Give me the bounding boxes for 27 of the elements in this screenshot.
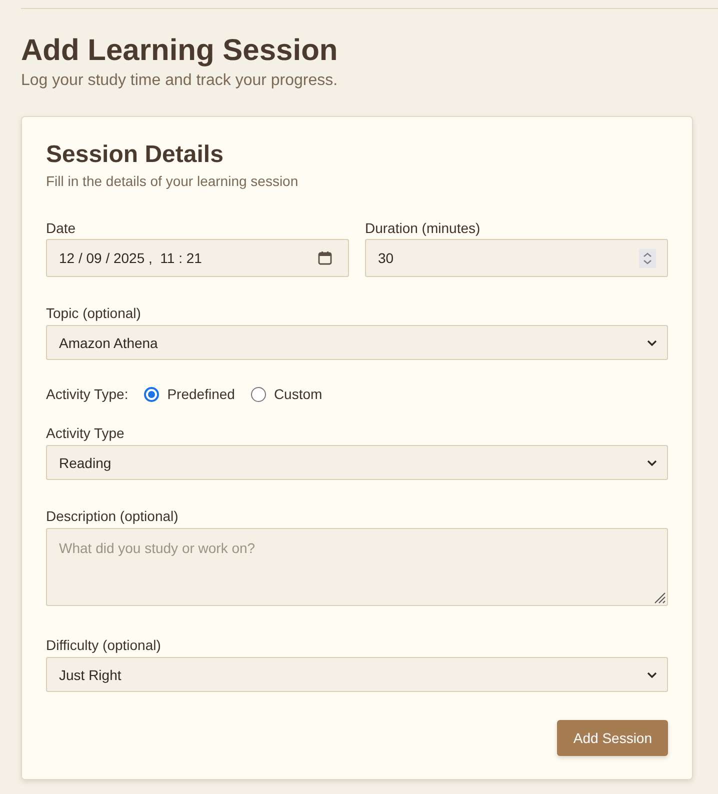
date-field[interactable]: 12 / 09 / 2025 , 11 : 21 — [46, 239, 349, 277]
radio-option-label[interactable]: Predefined — [167, 385, 235, 403]
field-label: Activity Type: — [46, 385, 128, 403]
dropdown[interactable]: Just Right — [46, 657, 668, 692]
dropdown[interactable]: Reading — [46, 445, 668, 480]
page-title: Add Learning Session — [21, 33, 339, 69]
add-session-button[interactable]: Add Session — [557, 720, 668, 756]
number-field[interactable]: 30 — [365, 239, 668, 277]
card-title: Session Details — [46, 140, 224, 169]
calendar-icon[interactable] — [318, 251, 332, 265]
field-label: Duration (minutes) — [365, 220, 482, 237]
stepper-icon[interactable] — [639, 248, 656, 268]
chevron-down-icon — [647, 340, 657, 346]
chevron-down-icon — [647, 672, 657, 678]
radio-button[interactable] — [250, 386, 266, 402]
field-label: Activity Type — [46, 425, 126, 442]
dropdown[interactable]: Amazon Athena — [46, 325, 668, 360]
field-label: Date — [46, 220, 77, 237]
card-subtitle: Fill in the details of your learning session — [46, 173, 300, 190]
radio-button[interactable] — [144, 386, 160, 402]
resize-handle-icon[interactable] — [654, 592, 666, 604]
field-label: Topic (optional) — [46, 305, 142, 322]
chevron-down-icon — [647, 460, 657, 466]
page-subtitle: Log your study time and track your progress. — [21, 71, 339, 90]
field-label: Description (optional) — [46, 508, 180, 525]
radio-option-label[interactable]: Custom — [274, 385, 322, 403]
field-label: Difficulty (optional) — [46, 637, 162, 654]
